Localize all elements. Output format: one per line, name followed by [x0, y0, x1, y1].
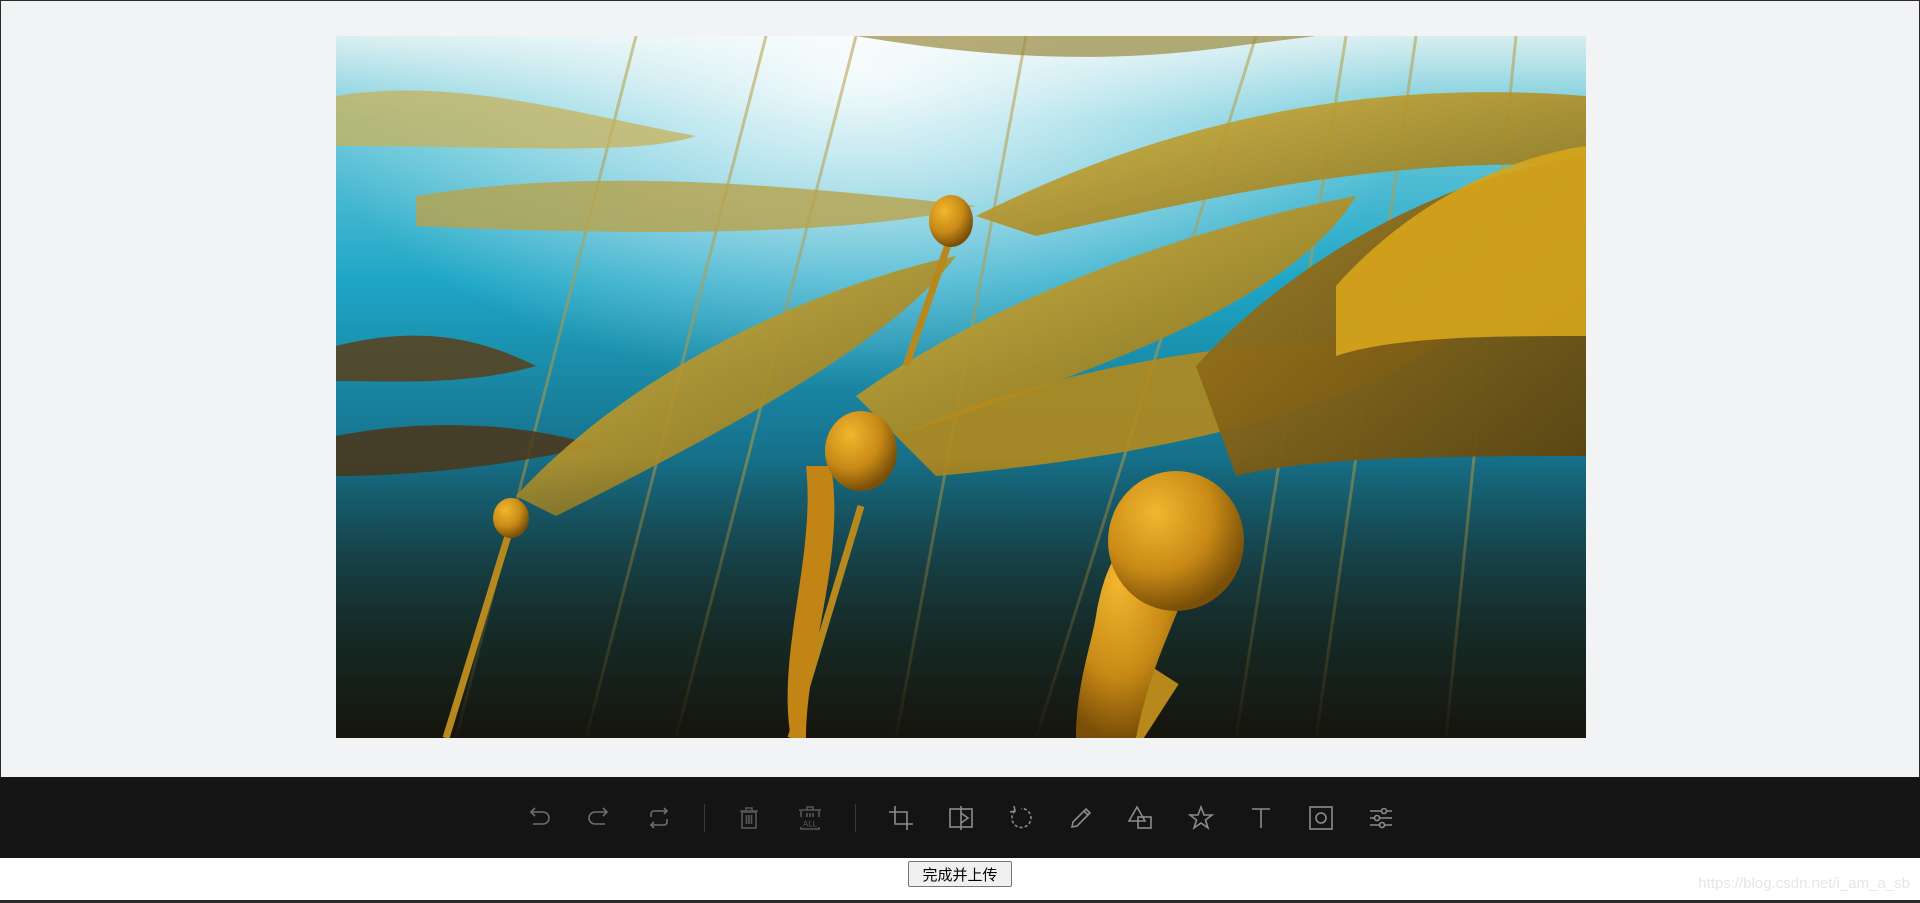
watermark: https://blog.csdn.net/i_am_a_sb — [1698, 875, 1910, 892]
reset-icon — [649, 807, 669, 829]
filter-icon — [1370, 807, 1392, 829]
mask-button[interactable] — [1300, 797, 1342, 839]
undo-icon — [529, 807, 550, 825]
draw-button[interactable] — [1060, 797, 1102, 839]
toolbar-divider — [855, 804, 856, 832]
crop-icon — [889, 806, 913, 830]
text-icon — [1252, 808, 1270, 828]
star-button[interactable] — [1180, 797, 1222, 839]
shape-button[interactable] — [1120, 797, 1162, 839]
redo-button[interactable] — [578, 797, 620, 839]
crop-button[interactable] — [880, 797, 922, 839]
rotate-button[interactable] — [1000, 797, 1042, 839]
filter-button[interactable] — [1360, 797, 1402, 839]
flip-button[interactable] — [940, 797, 982, 839]
delete-button[interactable] — [728, 797, 770, 839]
delete-all-icon: ALL — [799, 806, 821, 830]
text-button[interactable] — [1240, 797, 1282, 839]
delete-all-badge: ALL — [803, 820, 818, 829]
toolbar-divider — [704, 804, 705, 832]
reset-button[interactable] — [638, 797, 680, 839]
editor-canvas — [0, 0, 1920, 777]
delete-icon — [740, 807, 758, 829]
flip-icon — [949, 806, 973, 830]
finish-and-upload-button[interactable]: 完成并上传 — [908, 861, 1012, 887]
delete-all-button[interactable]: ALL — [789, 797, 831, 839]
redo-icon — [588, 807, 609, 825]
shape-icon — [1127, 805, 1152, 829]
undo-button[interactable] — [518, 797, 560, 839]
mask-icon — [1309, 806, 1333, 830]
kelp-forest-photo — [336, 36, 1586, 738]
image-editor-toolbar: ALL — [0, 777, 1920, 858]
star-icon — [1187, 804, 1215, 831]
draw-icon — [1070, 807, 1092, 829]
rotate-icon — [1009, 805, 1032, 829]
